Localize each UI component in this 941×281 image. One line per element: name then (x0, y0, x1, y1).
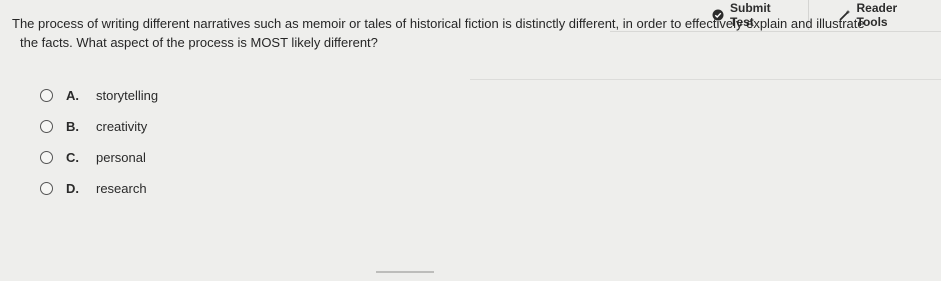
radio-button-d[interactable] (40, 182, 53, 195)
answer-letter-b: B. (66, 119, 79, 134)
bottom-scroll-indicator (376, 271, 434, 273)
answer-letter-d: D. (66, 181, 79, 196)
radio-button-c[interactable] (40, 151, 53, 164)
question-line-2: the facts. What aspect of the process is… (20, 35, 378, 50)
question-line-1: The process of writing different narrati… (12, 16, 865, 31)
answer-choices: A. storytelling B. creativity C. persona… (40, 88, 158, 212)
question-divider (470, 79, 941, 80)
answer-option-c[interactable]: C. personal (40, 150, 158, 165)
answer-text-a: storytelling (96, 88, 159, 103)
radio-button-a[interactable] (40, 89, 53, 102)
answer-letter-a: A. (66, 88, 79, 103)
answer-option-d[interactable]: D. research (40, 181, 158, 196)
question-stem: The process of writing different narrati… (12, 14, 932, 52)
answer-text-c: personal (96, 150, 146, 165)
answer-text-b: creativity (96, 119, 148, 134)
radio-button-b[interactable] (40, 120, 53, 133)
answer-option-a[interactable]: A. storytelling (40, 88, 158, 103)
answer-letter-c: C. (66, 150, 79, 165)
answer-text-d: research (96, 181, 147, 196)
answer-option-b[interactable]: B. creativity (40, 119, 158, 134)
